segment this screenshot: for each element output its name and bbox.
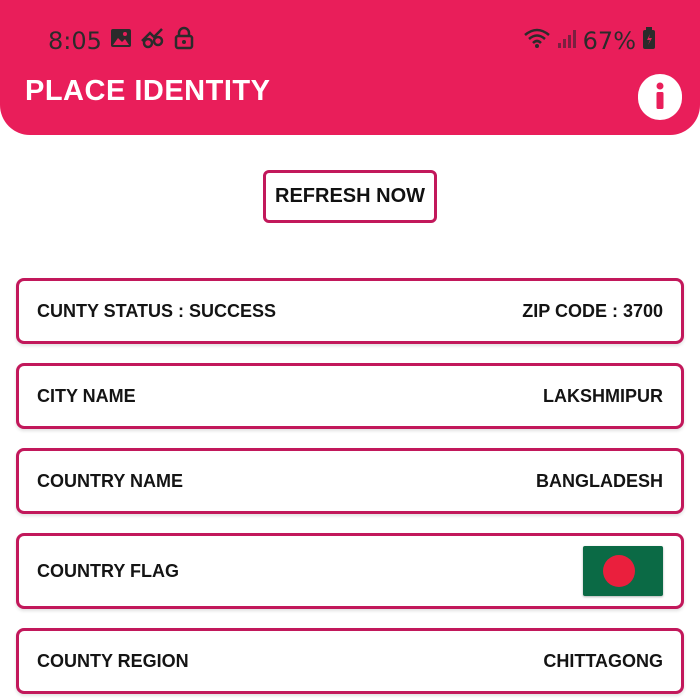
link-icon <box>140 27 166 54</box>
card-label: COUNTRY FLAG <box>37 560 179 581</box>
status-time: 8:05 <box>48 26 102 55</box>
info-icon <box>638 73 682 123</box>
card-label: COUNTY REGION <box>37 650 189 671</box>
battery-icon <box>642 26 656 55</box>
status-zip-card: CUNTY STATUS : SUCCESS ZIP CODE : 3700 <box>16 278 684 344</box>
info-button[interactable] <box>638 73 682 123</box>
refresh-now-button[interactable]: REFRESH NOW <box>263 170 437 223</box>
page-title: PLACE IDENTITY <box>25 75 271 107</box>
status-bar: 8:05 67% <box>0 22 700 58</box>
app-bar: 8:05 67% PLACE IDENTITY <box>0 0 700 135</box>
card-value: ZIP CODE : 3700 <box>522 300 663 321</box>
signal-icon <box>557 27 577 54</box>
status-left: 8:05 <box>48 26 194 55</box>
card-value: CHITTAGONG <box>543 650 663 671</box>
city-name-card: CITY NAME LAKSHMIPUR <box>16 363 684 429</box>
status-right: 67% <box>523 26 656 55</box>
card-value: BANGLADESH <box>535 470 663 491</box>
flag-red-disc <box>603 555 635 587</box>
card-label: CUNTY STATUS : SUCCESS <box>37 300 277 321</box>
bangladesh-flag-image <box>583 546 663 596</box>
country-flag-card: COUNTRY FLAG <box>16 533 684 609</box>
country-name-card: COUNTRY NAME BANGLADESH <box>16 448 684 514</box>
card-label: COUNTRY NAME <box>37 470 184 491</box>
image-icon <box>110 27 132 54</box>
battery-percent: 67% <box>582 26 636 55</box>
lock-icon <box>174 26 194 55</box>
county-region-card: COUNTY REGION CHITTAGONG <box>16 628 684 694</box>
wifi-icon <box>523 27 551 54</box>
card-label: CITY NAME <box>37 385 136 406</box>
card-value: LAKSHMIPUR <box>543 385 663 406</box>
